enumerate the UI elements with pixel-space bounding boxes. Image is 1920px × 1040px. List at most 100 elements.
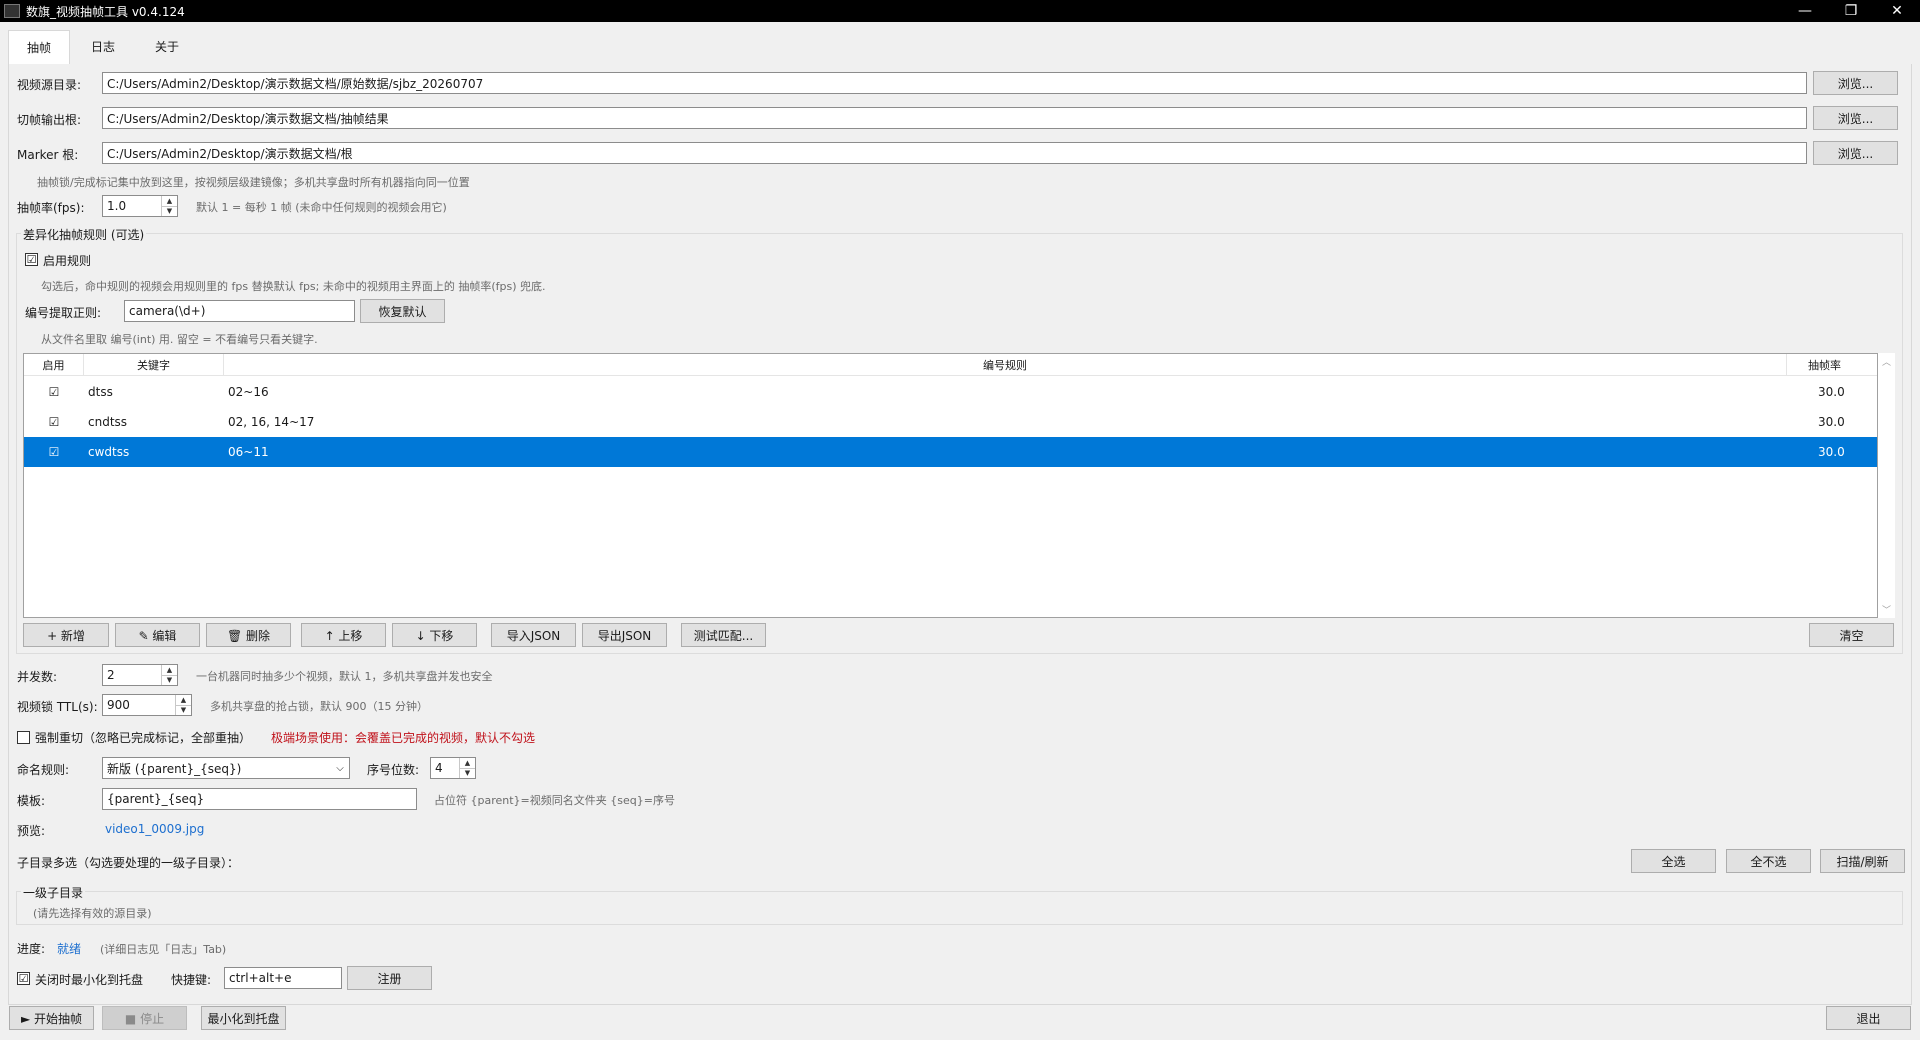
edit-rule-button[interactable]: ✎ 编辑: [115, 623, 200, 647]
table-row-selected[interactable]: ☑ cwdtss 06~11 30.0: [24, 437, 1877, 467]
scan-refresh-button[interactable]: 扫描/刷新: [1820, 849, 1905, 873]
stop-button[interactable]: ■ 停止: [102, 1006, 187, 1030]
test-match-button[interactable]: 测试匹配...: [681, 623, 766, 647]
spin-down-icon[interactable]: ▼: [176, 706, 191, 716]
fps-value: 1.0: [107, 199, 127, 213]
fps-label: 抽帧率(fps):: [17, 201, 85, 215]
delete-rule-button[interactable]: 🗑 删除: [206, 623, 291, 647]
table-row[interactable]: ☑ dtss 02~16 30.0: [24, 377, 1877, 407]
row-enabled-checkbox[interactable]: ☑: [24, 437, 84, 467]
marker-dir-input[interactable]: C:/Users/Admin2/Desktop/演示数据文档/根: [102, 142, 1807, 164]
subdirs-label: 子目录多选（勾选要处理的一级子目录）：: [17, 856, 240, 870]
title-bar: 数旗_视频抽帧工具 v0.4.124 — ❐ ✕: [0, 0, 1920, 22]
scroll-down-icon[interactable]: ﹀: [1878, 601, 1895, 618]
browse-source-button[interactable]: 浏览...: [1813, 71, 1898, 95]
spin-down-icon[interactable]: ▼: [460, 769, 475, 779]
col-keyword[interactable]: 关键字: [84, 354, 224, 376]
row-rule: 02, 16, 14~17: [228, 415, 315, 429]
spin-down-icon[interactable]: ▼: [162, 676, 177, 686]
restore-icon[interactable]: ❐: [1828, 0, 1874, 22]
source-dir-input[interactable]: C:/Users/Admin2/Desktop/演示数据文档/原始数据/sjbz…: [102, 72, 1807, 94]
chevron-down-icon: ⌵: [336, 762, 344, 774]
fps-hint: 默认 1 = 每秒 1 帧 (未命中任何规则的视频会用它): [196, 201, 447, 214]
spin-down-icon[interactable]: ▼: [162, 207, 177, 217]
force-rerun-warning: 极端场景使用：会覆盖已完成的视频，默认不勾选: [271, 731, 536, 745]
move-down-button[interactable]: ↓ 下移: [392, 623, 477, 647]
row-keyword: cwdtss: [88, 445, 130, 459]
progress-label: 进度:: [17, 942, 46, 956]
regex-hint: 从文件名里取 编号(int) 用. 留空 = 不看编号只看关键字.: [41, 333, 318, 346]
force-rerun-label: 强制重切（忽略已完成标记，全部重抽）: [35, 731, 252, 745]
subdir-group-title: 一级子目录: [21, 884, 86, 901]
spin-up-icon[interactable]: ▲: [176, 695, 191, 706]
col-enabled[interactable]: 启用: [24, 354, 84, 376]
clear-rules-button[interactable]: 清空: [1809, 623, 1894, 647]
tab-log[interactable]: 日志: [72, 30, 134, 63]
spin-up-icon[interactable]: ▲: [162, 196, 177, 207]
export-json-button[interactable]: 导出JSON: [582, 623, 667, 647]
ttl-spinbox[interactable]: 900 ▲ ▼: [102, 694, 192, 716]
exit-button[interactable]: 退出: [1826, 1006, 1911, 1030]
tab-extract[interactable]: 抽帧: [8, 30, 71, 65]
tab-bar: 抽帧 日志 关于: [8, 30, 200, 65]
progress-hint: (详细日志见「日志」Tab): [100, 943, 227, 956]
start-extract-button[interactable]: ► 开始抽帧: [9, 1006, 94, 1030]
template-input[interactable]: {parent}_{seq}: [102, 788, 417, 810]
concurrency-value: 2: [107, 668, 115, 682]
row-rule: 02~16: [228, 385, 269, 399]
import-json-button[interactable]: 导入JSON: [491, 623, 576, 647]
table-row[interactable]: ☑ cndtss 02, 16, 14~17 30.0: [24, 407, 1877, 437]
minimize-to-tray-checkbox[interactable]: ☑: [17, 972, 30, 985]
concurrency-label: 并发数:: [17, 670, 58, 684]
spin-up-icon[interactable]: ▲: [460, 758, 475, 769]
row-fps: 30.0: [1818, 445, 1845, 459]
add-rule-button[interactable]: + 新增: [23, 623, 109, 647]
regex-input[interactable]: camera(\d+): [124, 300, 355, 322]
close-icon[interactable]: ✕: [1874, 0, 1920, 22]
tab-about[interactable]: 关于: [136, 30, 198, 63]
browse-output-button[interactable]: 浏览...: [1813, 106, 1898, 130]
window-title: 数旗_视频抽帧工具 v0.4.124: [26, 4, 185, 19]
app-icon: [4, 4, 20, 18]
row-rule: 06~11: [228, 445, 269, 459]
register-hotkey-button[interactable]: 注册: [347, 966, 432, 990]
concurrency-spinbox[interactable]: 2 ▲ ▼: [102, 664, 178, 686]
row-enabled-checkbox[interactable]: ☑: [24, 407, 84, 437]
minimize-icon[interactable]: —: [1782, 0, 1828, 22]
enable-rules-hint: 勾选后，命中规则的视频会用规则里的 fps 替换默认 fps; 未命中的视频用主…: [41, 280, 546, 293]
subdir-empty-hint: (请先选择有效的源目录): [33, 907, 152, 920]
row-fps: 30.0: [1818, 385, 1845, 399]
digits-spinbox[interactable]: 4 ▲ ▼: [430, 757, 476, 779]
scroll-up-icon[interactable]: ︿: [1878, 353, 1895, 370]
ttl-value: 900: [107, 698, 130, 712]
rules-table[interactable]: 启用 关键字 编号规则 抽帧率 ☑ dtss 02~16 30.0 ☑ cndt…: [23, 353, 1878, 618]
naming-select[interactable]: 新版 ({parent}_{seq}) ⌵: [102, 757, 350, 779]
select-none-button[interactable]: 全不选: [1726, 849, 1811, 873]
col-fps[interactable]: 抽帧率: [1787, 354, 1862, 376]
row-enabled-checkbox[interactable]: ☑: [24, 377, 84, 407]
preview-value: video1_0009.jpg: [105, 822, 205, 836]
enable-rules-checkbox[interactable]: ☑: [25, 253, 38, 266]
row-keyword: dtss: [88, 385, 113, 399]
col-rule[interactable]: 编号规则: [224, 354, 1787, 376]
concurrency-hint: 一台机器同时抽多少个视频，默认 1，多机共享盘并发也安全: [196, 670, 493, 683]
output-dir-input[interactable]: C:/Users/Admin2/Desktop/演示数据文档/抽帧结果: [102, 107, 1807, 129]
ttl-hint: 多机共享盘的抢占锁，默认 900（15 分钟）: [210, 700, 428, 713]
digits-value: 4: [435, 761, 443, 775]
fps-spinbox[interactable]: 1.0 ▲ ▼: [102, 195, 178, 217]
template-label: 模板:: [17, 794, 46, 808]
move-up-button[interactable]: ↑ 上移: [301, 623, 386, 647]
browse-marker-button[interactable]: 浏览...: [1813, 141, 1898, 165]
restore-default-button[interactable]: 恢复默认: [360, 299, 445, 323]
regex-label: 编号提取正则:: [25, 306, 102, 320]
spin-up-icon[interactable]: ▲: [162, 665, 177, 676]
table-scrollbar[interactable]: ︿ ﹀: [1878, 353, 1895, 618]
select-all-button[interactable]: 全选: [1631, 849, 1716, 873]
minimize-to-tray-button[interactable]: 最小化到托盘: [201, 1006, 286, 1030]
naming-value: 新版 ({parent}_{seq}): [107, 761, 242, 776]
hotkey-input[interactable]: ctrl+alt+e: [224, 967, 342, 989]
row-fps: 30.0: [1818, 415, 1845, 429]
force-rerun-checkbox[interactable]: [17, 731, 30, 744]
output-dir-label: 切帧输出根:: [17, 113, 82, 127]
preview-label: 预览:: [17, 824, 46, 838]
